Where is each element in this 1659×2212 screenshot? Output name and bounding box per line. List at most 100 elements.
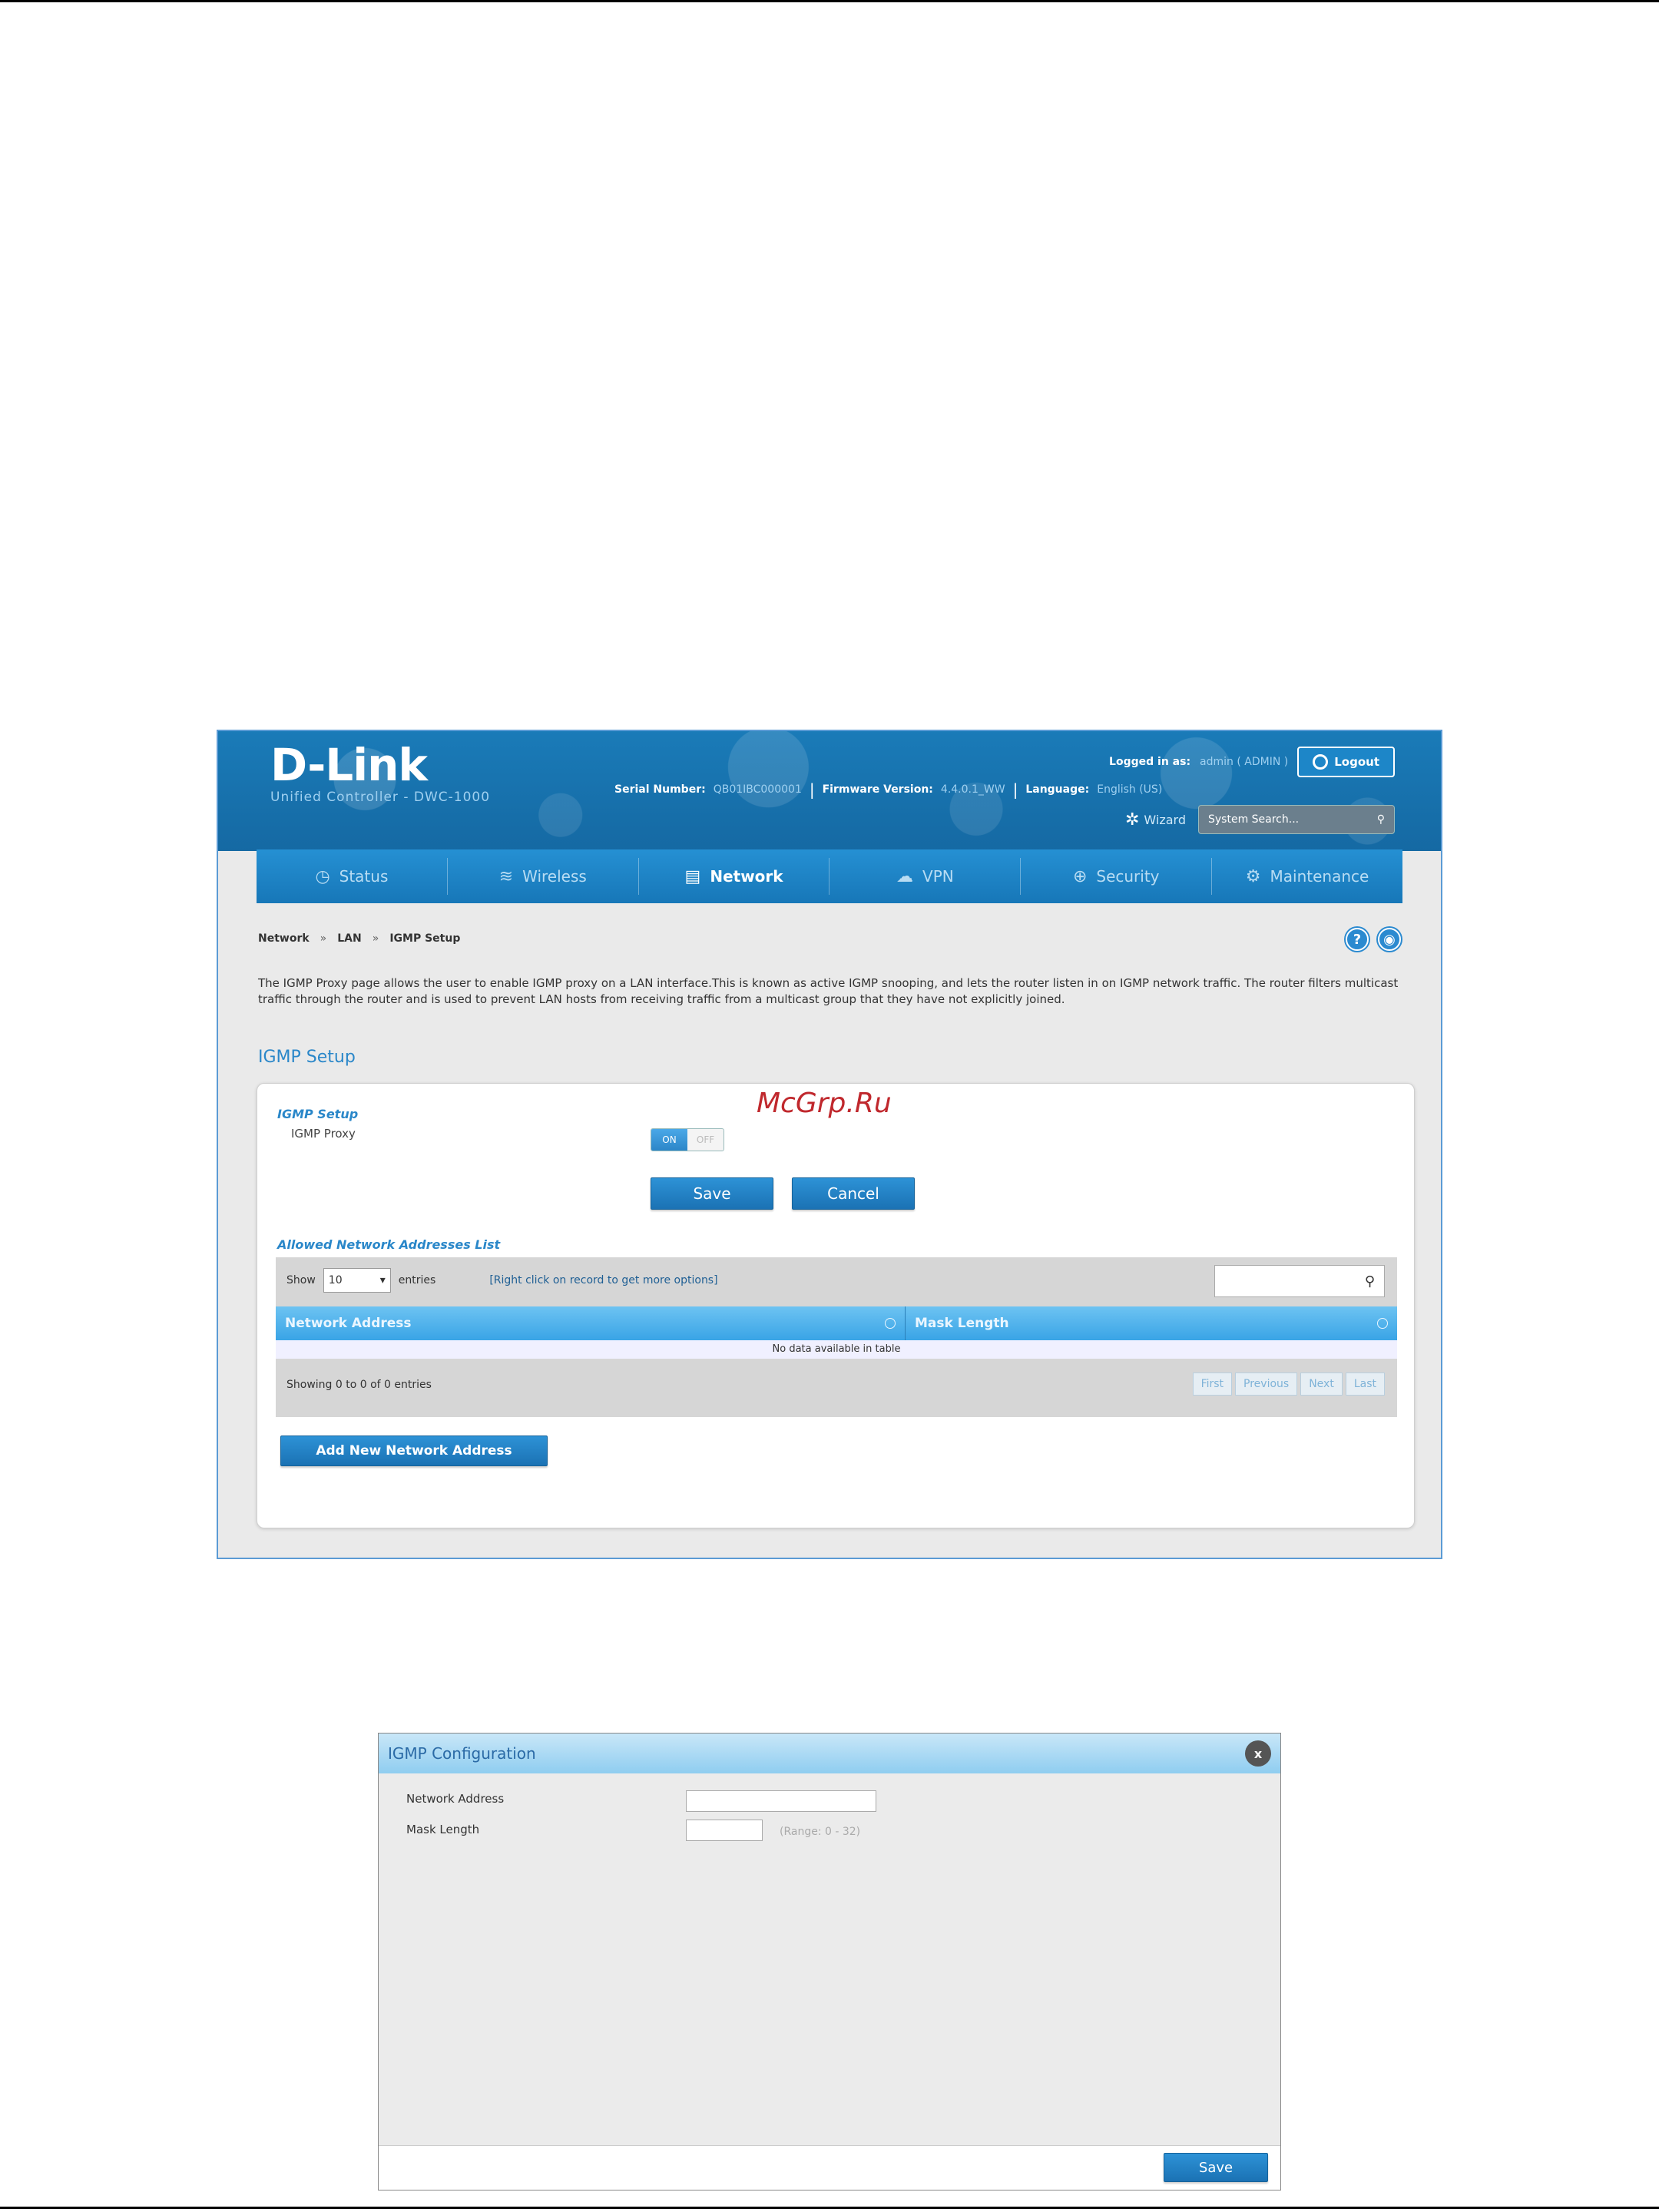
serial-label: Serial Number: [614,783,706,796]
network-address-table: Show 10 ▾ entries [Right click on record… [276,1257,1397,1417]
app-header: D-Link Unified Controller - DWC-1000 Log… [218,731,1441,851]
column-network-address[interactable]: Network Address [276,1306,906,1340]
bottom-rule [0,2207,1659,2209]
page-tools: ? ◉ [1346,928,1401,951]
igmp-configuration-dialog: IGMP Configuration x Network Address Mas… [378,1733,1281,2190]
column-label: Network Address [285,1316,412,1331]
network-address-label: Network Address [406,1792,505,1806]
login-info: Logged in as: admin ( ADMIN ) Logout [1109,747,1395,777]
logged-in-label: Logged in as: [1109,756,1191,768]
serial-value: QB01IBC000001 [713,783,802,796]
mask-length-hint: (Range: 0 - 32) [780,1826,861,1838]
header-tools: ✲ Wizard System Search... ⚲ [1125,805,1395,834]
table-search-input[interactable]: ⚲ [1214,1265,1385,1297]
logout-label: Logout [1334,755,1379,769]
language-value[interactable]: English (US) [1097,783,1162,796]
wifi-icon: ≋ [498,866,514,886]
lock-icon: ⊕ [1072,866,1088,886]
logout-button[interactable]: Logout [1297,747,1395,777]
entries-select[interactable]: 10 ▾ [323,1268,391,1293]
table-info: Showing 0 to 0 of 0 entries [286,1379,432,1391]
pagination: First Previous Next Last [1192,1373,1385,1396]
power-icon [1313,754,1329,770]
toggle-on: ON [651,1129,687,1151]
info-separator: | [1012,780,1018,799]
logged-in-value[interactable]: admin ( ADMIN ) [1200,756,1288,768]
nav-item-security[interactable]: ⊕ Security [1021,858,1213,895]
logo-subtitle: Unified Controller - DWC-1000 [270,790,491,805]
breadcrumb-network[interactable]: Network [258,932,310,945]
pager-first[interactable]: First [1192,1373,1233,1396]
breadcrumb-separator: » [372,932,379,945]
list-title: Allowed Network Addresses List [277,1237,501,1252]
page-description: The IGMP Proxy page allows the user to e… [258,976,1399,1006]
pager-last[interactable]: Last [1345,1373,1385,1396]
dialog-footer [379,2145,1280,2190]
show-label: Show [286,1274,316,1286]
cloud-icon: ☁ [896,866,914,886]
logout-circle-icon[interactable]: ◉ [1378,928,1401,951]
pager-previous[interactable]: Previous [1235,1373,1298,1396]
close-icon[interactable]: x [1245,1740,1271,1767]
sort-icon [885,1318,896,1329]
top-rule [0,0,1659,2]
add-network-address-button[interactable]: Add New Network Address [280,1435,548,1466]
nav-item-label: Security [1096,867,1160,886]
wizard-link[interactable]: ✲ Wizard [1125,810,1186,830]
mask-length-input[interactable] [686,1820,763,1841]
gauge-icon: ◷ [315,866,330,886]
form-subhead: IGMP Setup [277,1107,359,1121]
breadcrumb-igmp-setup: IGMP Setup [389,932,461,945]
table-empty-row: No data available in table [276,1340,1397,1359]
sort-icon [1377,1318,1388,1329]
nav-item-maintenance[interactable]: ⚙ Maintenance [1212,858,1402,895]
nav-item-wireless[interactable]: ≋ Wireless [448,858,639,895]
main-nav: ◷ Status ≋ Wireless ▤ Network ☁ VPN ⊕ Se… [257,849,1402,903]
nav-item-network[interactable]: ▤ Network [639,858,830,895]
igmp-proxy-toggle[interactable]: ON OFF [651,1128,724,1151]
cancel-button[interactable]: Cancel [792,1177,915,1210]
watermark: McGrp.Ru [757,1088,892,1119]
network-icon: ▤ [684,866,701,886]
search-icon: ⚲ [1364,1273,1375,1290]
nav-item-label: VPN [922,867,954,886]
mask-length-label: Mask Length [406,1823,480,1836]
dlink-logo: D-Link [270,739,428,791]
nav-item-status[interactable]: ◷ Status [257,858,448,895]
breadcrumb-lan[interactable]: LAN [337,932,361,945]
device-info: Serial Number: QB01IBC000001 | Firmware … [614,780,1162,799]
igmp-setup-card: IGMP Setup IGMP Proxy ON OFF Save Cancel… [257,1083,1415,1528]
dialog-title: IGMP Configuration [388,1744,536,1763]
nav-item-label: Status [339,867,389,886]
save-button[interactable]: Save [651,1177,773,1210]
page: D-Link Unified Controller - DWC-1000 Log… [0,0,1659,2212]
entries-select-value: 10 [328,1274,343,1286]
igmp-proxy-label: IGMP Proxy [291,1127,356,1141]
column-mask-length[interactable]: Mask Length [906,1306,1397,1340]
entries-label: entries [398,1274,436,1286]
toggle-off: OFF [696,1134,715,1145]
language-label: Language: [1025,783,1090,796]
wand-icon: ✲ [1124,810,1140,830]
nav-item-label: Maintenance [1270,867,1369,886]
column-label: Mask Length [915,1316,1009,1331]
page-title: IGMP Setup [258,1048,356,1067]
nav-item-vpn[interactable]: ☁ VPN [830,858,1022,895]
pager-next[interactable]: Next [1300,1373,1343,1396]
network-address-input[interactable] [686,1790,876,1812]
firmware-label: Firmware Version: [822,783,933,796]
firmware-value: 4.4.0.1_WW [940,783,1005,796]
breadcrumb-separator: » [320,932,327,945]
dialog-save-button[interactable]: Save [1164,2153,1268,2182]
table-header: Network Address Mask Length [276,1306,1397,1340]
igmp-setup-screenshot: D-Link Unified Controller - DWC-1000 Log… [217,730,1442,1559]
wizard-label: Wizard [1144,812,1186,827]
search-icon: ⚲ [1376,813,1385,826]
gear-icon: ⚙ [1245,866,1261,886]
help-icon[interactable]: ? [1346,928,1369,951]
system-search-placeholder: System Search... [1208,813,1300,826]
nav-item-label: Network [710,867,783,886]
dialog-header: IGMP Configuration x [379,1734,1280,1773]
table-hint: [Right click on record to get more optio… [489,1274,718,1286]
system-search-input[interactable]: System Search... ⚲ [1198,805,1395,834]
